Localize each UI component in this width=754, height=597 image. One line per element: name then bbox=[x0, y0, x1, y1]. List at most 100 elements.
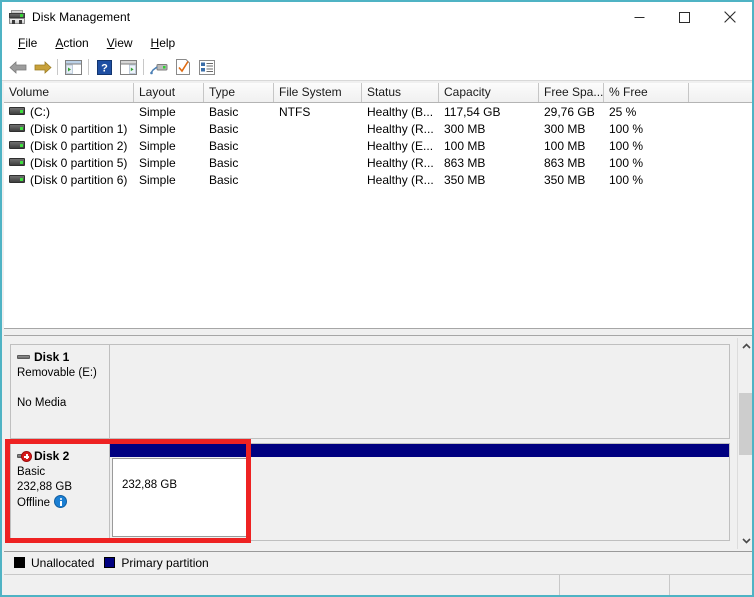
info-icon[interactable] bbox=[54, 495, 68, 508]
column-header-status[interactable]: Status bbox=[362, 83, 439, 102]
menu-help-label: H bbox=[150, 35, 160, 50]
window-title: Disk Management bbox=[32, 10, 131, 24]
menu-view[interactable]: View bbox=[98, 34, 142, 53]
toolbar-separator bbox=[143, 59, 144, 75]
cell-type: Basic bbox=[209, 155, 239, 170]
cell-layout: Simple bbox=[139, 138, 176, 153]
cell-free-space: 350 MB bbox=[544, 172, 586, 187]
rescan-disks-icon[interactable] bbox=[147, 56, 171, 78]
removable-disk-icon bbox=[17, 352, 30, 363]
cell-percent-free: 100 % bbox=[609, 172, 644, 187]
close-button[interactable] bbox=[707, 2, 752, 32]
show-action-pane-icon[interactable] bbox=[116, 56, 140, 78]
legend-item-unallocated: Unallocated bbox=[14, 556, 94, 570]
disk-2-info[interactable]: Disk 2 Basic 232,88 GB Offline bbox=[10, 443, 109, 541]
cell-layout: Simple bbox=[139, 172, 176, 187]
cell-type: Basic bbox=[209, 121, 239, 136]
menu-view-rest: iew bbox=[114, 35, 133, 50]
volume-drive-icon bbox=[9, 106, 25, 117]
cell-percent-free: 100 % bbox=[609, 155, 644, 170]
cell-percent-free: 100 % bbox=[609, 138, 644, 153]
toolbar-separator bbox=[57, 59, 58, 75]
partition-capacity-label: 232,88 GB bbox=[122, 479, 177, 491]
table-row[interactable]: (Disk 0 partition 5) Simple Basic Health… bbox=[4, 154, 752, 171]
column-header-file-system[interactable]: File System bbox=[274, 83, 362, 102]
cell-capacity: 350 MB bbox=[444, 172, 486, 187]
cell-percent-free: 25 % bbox=[609, 104, 637, 119]
column-header-percent-free[interactable]: % Free bbox=[604, 83, 689, 102]
svg-text:?: ? bbox=[101, 62, 108, 74]
cell-capacity: 863 MB bbox=[444, 155, 486, 170]
volume-list-pane: Volume Layout Type File System Status Ca… bbox=[4, 83, 752, 328]
scrollbar-thumb[interactable] bbox=[739, 393, 752, 455]
legend-item-primary-partition: Primary partition bbox=[104, 556, 209, 570]
back-icon[interactable] bbox=[6, 56, 30, 78]
disk-management-window: Disk Management File Action View Help ? … bbox=[0, 0, 754, 597]
menu-view-label: V bbox=[106, 35, 115, 50]
cell-type: Basic bbox=[209, 104, 239, 119]
pane-splitter[interactable] bbox=[4, 328, 752, 336]
volume-drive-icon bbox=[9, 140, 25, 151]
column-header-layout[interactable]: Layout bbox=[134, 83, 204, 102]
disk-row-disk-2[interactable]: Disk 2 Basic 232,88 GB Offline 232,88 GB bbox=[10, 443, 730, 541]
show-hide-console-tree-icon[interactable] bbox=[61, 56, 85, 78]
cell-file-system: NTFS bbox=[279, 104, 311, 119]
cell-status: Healthy (R... bbox=[367, 121, 434, 136]
column-header-free-space[interactable]: Free Spa... bbox=[539, 83, 604, 102]
disk-1-line4: No Media bbox=[17, 397, 67, 409]
disk-2-title: Disk 2 bbox=[34, 449, 70, 463]
list-view-icon[interactable] bbox=[195, 56, 219, 78]
menu-help[interactable]: Help bbox=[142, 34, 185, 53]
partition-block[interactable]: 232,88 GB bbox=[112, 458, 251, 537]
cell-status: Healthy (R... bbox=[367, 172, 434, 187]
column-header-spacer[interactable] bbox=[689, 83, 752, 102]
disk-2-title-row: Disk 2 bbox=[17, 449, 109, 464]
cell-type: Basic bbox=[209, 172, 239, 187]
minimize-button[interactable] bbox=[617, 2, 662, 32]
table-row[interactable]: (Disk 0 partition 2) Simple Basic Health… bbox=[4, 137, 752, 154]
cell-status: Healthy (R... bbox=[367, 155, 434, 170]
legend-swatch-primary-partition bbox=[104, 557, 116, 568]
cell-volume: (Disk 0 partition 5) bbox=[30, 155, 128, 170]
menu-file[interactable]: File bbox=[9, 34, 46, 53]
cell-volume: (Disk 0 partition 2) bbox=[30, 138, 128, 153]
menu-file-rest: ile bbox=[25, 35, 38, 50]
column-header-volume[interactable]: Volume bbox=[4, 83, 134, 102]
status-cell-2 bbox=[560, 575, 670, 595]
cell-capacity: 117,54 GB bbox=[444, 104, 501, 119]
cell-capacity: 300 MB bbox=[444, 121, 486, 136]
legend-label-unallocated: Unallocated bbox=[31, 555, 95, 570]
help-icon[interactable]: ? bbox=[92, 56, 116, 78]
disk-1-title-row: Disk 1 bbox=[17, 350, 109, 365]
disk-1-info[interactable]: Disk 1 Removable (E:) No Media bbox=[10, 344, 109, 439]
disk-2-graph[interactable]: 232,88 GB bbox=[109, 443, 730, 541]
chevron-up-icon[interactable] bbox=[738, 338, 752, 355]
volume-list-header: Volume Layout Type File System Status Ca… bbox=[4, 83, 752, 103]
disk-pane-scrollbar[interactable] bbox=[737, 338, 752, 549]
menu-action-rest: ction bbox=[63, 35, 89, 50]
disk-1-line3 bbox=[17, 381, 109, 396]
cell-status: Healthy (E... bbox=[367, 138, 434, 153]
disk-2-status-row: Offline bbox=[17, 495, 109, 511]
cell-layout: Simple bbox=[139, 155, 176, 170]
cell-capacity: 100 MB bbox=[444, 138, 486, 153]
menu-action[interactable]: Action bbox=[46, 34, 97, 53]
table-row[interactable]: (Disk 0 partition 6) Simple Basic Health… bbox=[4, 171, 752, 188]
disk-2-capacity-strip bbox=[110, 444, 729, 457]
cell-volume: (Disk 0 partition 1) bbox=[30, 121, 128, 136]
maximize-button[interactable] bbox=[662, 2, 707, 32]
disk-2-line3: 232,88 GB bbox=[17, 481, 72, 493]
disk-row-disk-1[interactable]: Disk 1 Removable (E:) No Media bbox=[10, 344, 730, 439]
column-header-type[interactable]: Type bbox=[204, 83, 274, 102]
disk-1-graph[interactable] bbox=[109, 344, 730, 439]
cell-type: Basic bbox=[209, 138, 239, 153]
chevron-down-icon[interactable] bbox=[738, 532, 752, 549]
properties-icon[interactable] bbox=[171, 56, 195, 78]
column-header-capacity[interactable]: Capacity bbox=[439, 83, 539, 102]
menu-help-rest: elp bbox=[159, 35, 176, 50]
table-row[interactable]: (Disk 0 partition 1) Simple Basic Health… bbox=[4, 120, 752, 137]
forward-icon[interactable] bbox=[30, 56, 54, 78]
offline-badge-icon bbox=[21, 451, 32, 462]
table-row[interactable]: (C:) Simple Basic NTFS Healthy (B... 117… bbox=[4, 103, 752, 120]
offline-disk-icon bbox=[17, 451, 32, 462]
